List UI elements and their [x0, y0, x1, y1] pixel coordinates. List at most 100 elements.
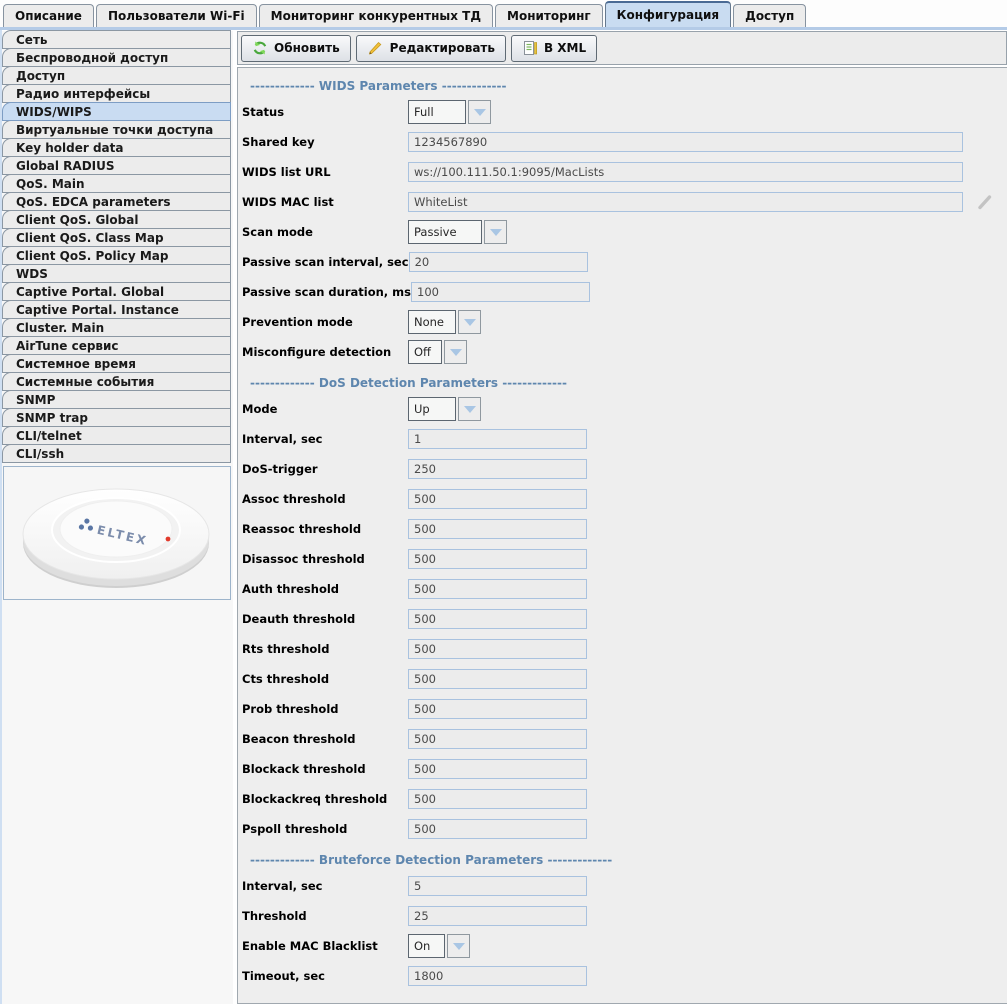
tab-monitoring[interactable]: Мониторинг [495, 4, 603, 27]
sidebar-item-captive-portal-global[interactable]: Captive Portal. Global [2, 282, 231, 301]
timeout-row: Timeout, sec [242, 961, 1007, 991]
status-select[interactable]: Full [408, 100, 491, 124]
wids-list-url-field[interactable] [408, 162, 963, 182]
mac-list-edit-pencil-icon[interactable] [976, 193, 994, 211]
bf-threshold-field[interactable] [408, 906, 587, 926]
scan-mode-select[interactable]: Passive [408, 220, 507, 244]
passive-scan-duration-field[interactable] [411, 282, 590, 302]
edit-button[interactable]: Редактировать [356, 35, 506, 62]
enable-mac-blacklist-select[interactable]: On [408, 934, 470, 958]
field-label: Assoc threshold [242, 492, 408, 506]
dos-trigger-field[interactable] [408, 459, 587, 479]
sidebar-item-cluster-main[interactable]: Cluster. Main [2, 318, 231, 337]
shared-key-field[interactable] [408, 132, 963, 152]
deauth-threshold-field[interactable] [408, 609, 587, 629]
sidebar-item-access[interactable]: Доступ [2, 66, 231, 85]
sidebar-item-cli-telnet[interactable]: CLI/telnet [2, 426, 231, 445]
cts-threshold-field[interactable] [408, 669, 587, 689]
sidebar-item-virtual-access-points[interactable]: Виртуальные точки доступа [2, 120, 231, 139]
disassoc-threshold-row: Disassoc threshold [242, 544, 1007, 574]
bf-interval-field[interactable] [408, 876, 587, 896]
tab-configuration[interactable]: Конфигурация [605, 1, 731, 27]
shared-key-row: Shared key [242, 127, 1007, 157]
scan-mode-select-value[interactable]: Passive [408, 220, 482, 244]
config-section-list: Сеть Беспроводной доступ Доступ Радио ин… [2, 31, 233, 1004]
chevron-down-icon[interactable] [447, 934, 470, 958]
sidebar-item-wids-wips[interactable]: WIDS/WIPS [2, 102, 231, 121]
sidebar-item-wds[interactable]: WDS [2, 264, 231, 283]
misconfigure-detection-select-value[interactable]: Off [408, 340, 442, 364]
timeout-field[interactable] [408, 966, 587, 986]
sidebar-item-key-holder-data[interactable]: Key holder data [2, 138, 231, 157]
passive-scan-interval-field[interactable] [409, 252, 588, 272]
section-header-bruteforce: ------------- Bruteforce Detection Param… [250, 853, 1007, 867]
beacon-threshold-row: Beacon threshold [242, 724, 1007, 754]
sidebar-item-system-time[interactable]: Системное время [2, 354, 231, 373]
field-label: WIDS list URL [242, 165, 408, 179]
sidebar-item-airtune-service[interactable]: AirTune сервис [2, 336, 231, 355]
enable-mac-blacklist-select-value[interactable]: On [408, 934, 445, 958]
prob-threshold-field[interactable] [408, 699, 587, 719]
sidebar-item-snmp[interactable]: SNMP [2, 390, 231, 409]
sidebar-item-client-qos-policy-map[interactable]: Client QoS. Policy Map [2, 246, 231, 265]
field-label: Blockack threshold [242, 762, 408, 776]
beacon-threshold-field[interactable] [408, 729, 587, 749]
chevron-down-icon[interactable] [468, 100, 491, 124]
reassoc-threshold-field[interactable] [408, 519, 587, 539]
field-label: Deauth threshold [242, 612, 408, 626]
rts-threshold-field[interactable] [408, 639, 587, 659]
field-label: Enable MAC Blacklist [242, 939, 408, 953]
dos-mode-select[interactable]: Up [408, 397, 481, 421]
sidebar-item-wireless-access[interactable]: Беспроводной доступ [2, 48, 231, 67]
chevron-down-icon[interactable] [444, 340, 467, 364]
disassoc-threshold-field[interactable] [408, 549, 587, 569]
field-label: Beacon threshold [242, 732, 408, 746]
sidebar-item-system-events[interactable]: Системные события [2, 372, 231, 391]
status-select-value[interactable]: Full [408, 100, 466, 124]
blockack-threshold-field[interactable] [408, 759, 587, 779]
assoc-threshold-row: Assoc threshold [242, 484, 1007, 514]
field-label: Prob threshold [242, 702, 408, 716]
sidebar-item-radio-interfaces[interactable]: Радио интерфейсы [2, 84, 231, 103]
field-label: WIDS MAC list [242, 195, 408, 209]
prevention-mode-select-value[interactable]: None [408, 310, 456, 334]
sidebar-item-client-qos-global[interactable]: Client QoS. Global [2, 210, 231, 229]
tab-competitor-ap-monitoring[interactable]: Мониторинг конкурентных ТД [259, 4, 493, 27]
sidebar-item-client-qos-class-map[interactable]: Client QoS. Class Map [2, 228, 231, 247]
wids-mac-list-row: WIDS MAC list [242, 187, 1007, 217]
tab-description[interactable]: Описание [3, 4, 94, 27]
chevron-down-icon[interactable] [458, 310, 481, 334]
chevron-down-icon[interactable] [484, 220, 507, 244]
refresh-button[interactable]: Обновить [241, 35, 351, 62]
misconfigure-detection-row: Misconfigure detection Off [242, 337, 1007, 367]
wids-mac-list-field[interactable] [408, 192, 963, 212]
toolbar: Обновить Редактировать В XML [237, 31, 1007, 65]
sidebar-item-snmp-trap[interactable]: SNMP trap [2, 408, 231, 427]
prevention-mode-row: Prevention mode None [242, 307, 1007, 337]
dos-mode-select-value[interactable]: Up [408, 397, 456, 421]
pspoll-threshold-field[interactable] [408, 819, 587, 839]
chevron-down-icon[interactable] [458, 397, 481, 421]
tab-wifi-users[interactable]: Пользователи Wi-Fi [96, 4, 257, 27]
bf-threshold-row: Threshold [242, 901, 1007, 931]
deauth-threshold-row: Deauth threshold [242, 604, 1007, 634]
tab-access[interactable]: Доступ [733, 4, 806, 27]
field-label: DoS-trigger [242, 462, 408, 476]
auth-threshold-field[interactable] [408, 579, 587, 599]
field-label: Passive scan duration, ms [242, 285, 411, 299]
sidebar-item-qos-edca-parameters[interactable]: QoS. EDCA parameters [2, 192, 231, 211]
to-xml-button[interactable]: В XML [511, 35, 597, 62]
dos-interval-field[interactable] [408, 429, 587, 449]
field-label: Mode [242, 402, 408, 416]
blockackreq-threshold-field[interactable] [408, 789, 587, 809]
prevention-mode-select[interactable]: None [408, 310, 481, 334]
section-header-dos: ------------- DoS Detection Parameters -… [250, 376, 1007, 390]
sidebar-item-qos-main[interactable]: QoS. Main [2, 174, 231, 193]
misconfigure-detection-select[interactable]: Off [408, 340, 467, 364]
sidebar-item-cli-ssh[interactable]: CLI/ssh [2, 444, 231, 463]
sidebar-item-network[interactable]: Сеть [2, 30, 231, 49]
field-label: Timeout, sec [242, 969, 408, 983]
sidebar-item-global-radius[interactable]: Global RADIUS [2, 156, 231, 175]
assoc-threshold-field[interactable] [408, 489, 587, 509]
sidebar-item-captive-portal-instance[interactable]: Captive Portal. Instance [2, 300, 231, 319]
